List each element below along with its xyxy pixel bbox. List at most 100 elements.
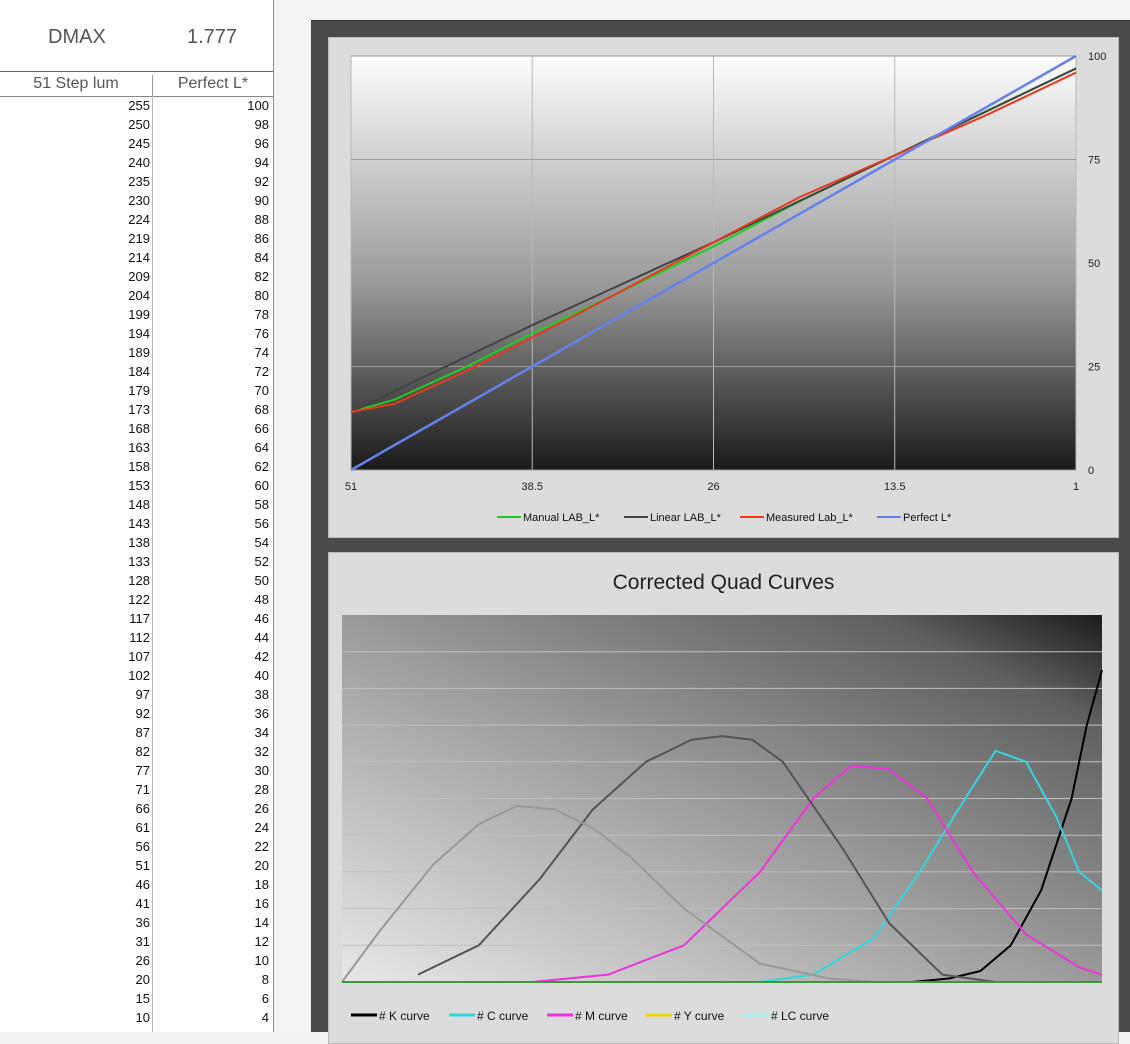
perfect-l-cell[interactable]: 84 bbox=[153, 250, 269, 265]
step-lum-cell[interactable]: 117 bbox=[0, 611, 150, 626]
perfect-l-cell[interactable]: 62 bbox=[153, 459, 269, 474]
step-lum-cell[interactable]: 189 bbox=[0, 345, 150, 360]
step-lum-cell[interactable]: 20 bbox=[0, 972, 150, 987]
step-lum-cell[interactable]: 224 bbox=[0, 212, 150, 227]
perfect-l-cell[interactable]: 98 bbox=[153, 117, 269, 132]
step-lum-cell[interactable]: 133 bbox=[0, 554, 150, 569]
step-lum-cell[interactable]: 122 bbox=[0, 592, 150, 607]
perfect-l-cell[interactable]: 72 bbox=[153, 364, 269, 379]
perfect-l-cell[interactable]: 70 bbox=[153, 383, 269, 398]
step-lum-cell[interactable]: 245 bbox=[0, 136, 150, 151]
perfect-l-cell[interactable]: 16 bbox=[153, 896, 269, 911]
step-lum-cell[interactable]: 255 bbox=[0, 98, 150, 113]
perfect-l-cell[interactable]: 52 bbox=[153, 554, 269, 569]
perfect-l-cell[interactable]: 58 bbox=[153, 497, 269, 512]
perfect-l-cell[interactable]: 88 bbox=[153, 212, 269, 227]
step-lum-cell[interactable]: 26 bbox=[0, 953, 150, 968]
perfect-l-cell[interactable]: 32 bbox=[153, 744, 269, 759]
perfect-l-cell[interactable]: 48 bbox=[153, 592, 269, 607]
perfect-l-cell[interactable]: 10 bbox=[153, 953, 269, 968]
step-lum-cell[interactable]: 71 bbox=[0, 782, 150, 797]
perfect-l-cell[interactable]: 40 bbox=[153, 668, 269, 683]
step-lum-cell[interactable]: 10 bbox=[0, 1010, 150, 1025]
perfect-l-cell[interactable]: 44 bbox=[153, 630, 269, 645]
perfect-l-cell[interactable]: 78 bbox=[153, 307, 269, 322]
perfect-l-cell[interactable]: 12 bbox=[153, 934, 269, 949]
column-header-perfect-l[interactable]: Perfect L* bbox=[153, 75, 273, 93]
perfect-l-cell[interactable]: 60 bbox=[153, 478, 269, 493]
perfect-l-cell[interactable]: 30 bbox=[153, 763, 269, 778]
step-lum-cell[interactable]: 36 bbox=[0, 915, 150, 930]
perfect-l-cell[interactable]: 100 bbox=[153, 98, 269, 113]
perfect-l-cell[interactable]: 22 bbox=[153, 839, 269, 854]
step-lum-cell[interactable]: 219 bbox=[0, 231, 150, 246]
perfect-l-cell[interactable]: 14 bbox=[153, 915, 269, 930]
perfect-l-cell[interactable]: 20 bbox=[153, 858, 269, 873]
perfect-l-cell[interactable]: 50 bbox=[153, 573, 269, 588]
step-lum-cell[interactable]: 158 bbox=[0, 459, 150, 474]
step-lum-cell[interactable]: 184 bbox=[0, 364, 150, 379]
step-lum-cell[interactable]: 46 bbox=[0, 877, 150, 892]
step-lum-cell[interactable]: 153 bbox=[0, 478, 150, 493]
perfect-l-cell[interactable]: 6 bbox=[153, 991, 269, 1006]
step-lum-cell[interactable]: 214 bbox=[0, 250, 150, 265]
step-lum-cell[interactable]: 92 bbox=[0, 706, 150, 721]
step-lum-cell[interactable]: 148 bbox=[0, 497, 150, 512]
perfect-l-cell[interactable]: 64 bbox=[153, 440, 269, 455]
step-lum-cell[interactable]: 230 bbox=[0, 193, 150, 208]
perfect-l-cell[interactable]: 66 bbox=[153, 421, 269, 436]
perfect-l-cell[interactable]: 28 bbox=[153, 782, 269, 797]
step-lum-cell[interactable]: 138 bbox=[0, 535, 150, 550]
perfect-l-cell[interactable]: 68 bbox=[153, 402, 269, 417]
step-lum-cell[interactable]: 51 bbox=[0, 858, 150, 873]
step-lum-cell[interactable]: 61 bbox=[0, 820, 150, 835]
step-lum-cell[interactable]: 163 bbox=[0, 440, 150, 455]
perfect-l-cell[interactable]: 92 bbox=[153, 174, 269, 189]
step-lum-cell[interactable]: 194 bbox=[0, 326, 150, 341]
perfect-l-cell[interactable]: 74 bbox=[153, 345, 269, 360]
step-lum-cell[interactable]: 41 bbox=[0, 896, 150, 911]
perfect-l-cell[interactable]: 96 bbox=[153, 136, 269, 151]
step-lum-cell[interactable]: 199 bbox=[0, 307, 150, 322]
perfect-l-cell[interactable]: 42 bbox=[153, 649, 269, 664]
perfect-l-cell[interactable]: 46 bbox=[153, 611, 269, 626]
step-lum-cell[interactable]: 204 bbox=[0, 288, 150, 303]
perfect-l-cell[interactable]: 18 bbox=[153, 877, 269, 892]
step-lum-cell[interactable]: 143 bbox=[0, 516, 150, 531]
perfect-l-cell[interactable]: 90 bbox=[153, 193, 269, 208]
step-lum-cell[interactable]: 56 bbox=[0, 839, 150, 854]
step-lum-cell[interactable]: 209 bbox=[0, 269, 150, 284]
step-lum-cell[interactable]: 87 bbox=[0, 725, 150, 740]
perfect-l-cell[interactable]: 8 bbox=[153, 972, 269, 987]
lstar-chart-panel[interactable]: 51 38.5 26 13.5 1 0 25 50 75 100 Manual LAB_L* Lin… bbox=[328, 37, 1119, 538]
step-lum-cell[interactable]: 168 bbox=[0, 421, 150, 436]
step-lum-cell[interactable]: 82 bbox=[0, 744, 150, 759]
perfect-l-cell[interactable]: 24 bbox=[153, 820, 269, 835]
step-lum-cell[interactable]: 107 bbox=[0, 649, 150, 664]
perfect-l-cell[interactable]: 36 bbox=[153, 706, 269, 721]
step-lum-cell[interactable]: 240 bbox=[0, 155, 150, 170]
quad-curves-panel[interactable]: Corrected Quad Curves # K curve # C curve… bbox=[328, 552, 1119, 1044]
perfect-l-cell[interactable]: 38 bbox=[153, 687, 269, 702]
step-lum-cell[interactable]: 179 bbox=[0, 383, 150, 398]
step-lum-cell[interactable]: 15 bbox=[0, 991, 150, 1006]
perfect-l-cell[interactable]: 76 bbox=[153, 326, 269, 341]
perfect-l-cell[interactable]: 94 bbox=[153, 155, 269, 170]
perfect-l-cell[interactable]: 82 bbox=[153, 269, 269, 284]
step-lum-cell[interactable]: 250 bbox=[0, 117, 150, 132]
step-lum-cell[interactable]: 173 bbox=[0, 402, 150, 417]
step-lum-cell[interactable]: 102 bbox=[0, 668, 150, 683]
perfect-l-cell[interactable]: 86 bbox=[153, 231, 269, 246]
step-lum-cell[interactable]: 66 bbox=[0, 801, 150, 816]
perfect-l-cell[interactable]: 80 bbox=[153, 288, 269, 303]
perfect-l-cell[interactable]: 54 bbox=[153, 535, 269, 550]
step-lum-cell[interactable]: 77 bbox=[0, 763, 150, 778]
perfect-l-cell[interactable]: 34 bbox=[153, 725, 269, 740]
step-lum-cell[interactable]: 112 bbox=[0, 630, 150, 645]
perfect-l-cell[interactable]: 4 bbox=[153, 1010, 269, 1025]
column-header-step-lum[interactable]: 51 Step lum bbox=[0, 75, 153, 96]
step-lum-cell[interactable]: 97 bbox=[0, 687, 150, 702]
step-lum-cell[interactable]: 235 bbox=[0, 174, 150, 189]
perfect-l-cell[interactable]: 26 bbox=[153, 801, 269, 816]
perfect-l-cell[interactable]: 56 bbox=[153, 516, 269, 531]
